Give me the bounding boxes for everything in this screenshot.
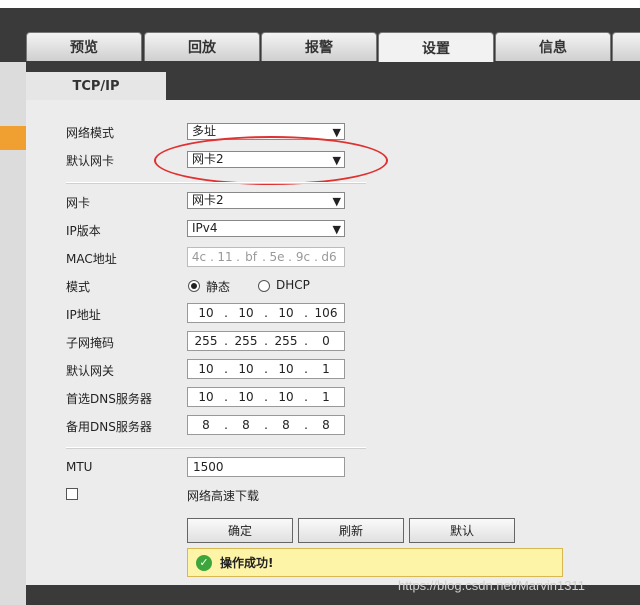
tab-more[interactable] (612, 32, 640, 61)
dns2-field[interactable]: 8. 8. 8. 8 (187, 415, 345, 435)
static-label: 静态 (206, 280, 231, 294)
highlight-ellipse (154, 136, 388, 185)
ip-octet[interactable]: 10 (228, 306, 264, 320)
dns1-label: 首选DNS服务器 (66, 392, 152, 406)
mac-octet: bf (245, 250, 257, 264)
ip-field[interactable]: 10. 10. 10. 106 (187, 303, 345, 323)
gateway-octet[interactable]: 1 (308, 362, 344, 376)
chevron-down-icon: ▼ (332, 126, 341, 139)
mac-octet: 4c (191, 250, 207, 264)
watermark: https://blog.csdn.net/Marvin1311 (398, 578, 585, 593)
tab-preview[interactable]: 预览 (26, 32, 142, 61)
subnet-field[interactable]: 255. 255. 255. 0 (187, 331, 345, 351)
network-mode-label: 网络模式 (66, 126, 115, 140)
mtu-input[interactable]: 1500 (187, 457, 345, 477)
chevron-down-icon: ▼ (332, 195, 341, 208)
tab-info[interactable]: 信息 (495, 32, 611, 61)
mac-octet: 9c (295, 250, 311, 264)
gateway-label: 默认网关 (66, 364, 115, 378)
dns1-octet[interactable]: 10 (268, 390, 304, 404)
mac-octet: 11 (217, 250, 233, 264)
ip-label: IP地址 (66, 308, 101, 322)
subnet-label: 子网掩码 (66, 336, 115, 350)
tab-alarm[interactable]: 报警 (261, 32, 377, 61)
dns2-label: 备用DNS服务器 (66, 420, 152, 434)
gateway-field[interactable]: 10. 10. 10. 1 (187, 359, 345, 379)
nic-label: 网卡 (66, 196, 91, 210)
subnet-octet[interactable]: 255 (188, 334, 224, 348)
chevron-down-icon: ▼ (332, 223, 341, 236)
divider (66, 447, 366, 449)
default-button[interactable]: 默认 (409, 518, 515, 543)
gateway-octet[interactable]: 10 (228, 362, 264, 376)
subnet-octet[interactable]: 0 (308, 334, 344, 348)
subnet-octet[interactable]: 255 (228, 334, 264, 348)
mtu-label: MTU (66, 460, 93, 474)
ip-version-select[interactable]: IPv4 ▼ (187, 220, 345, 237)
ip-octet[interactable]: 10 (268, 306, 304, 320)
dns2-octet[interactable]: 8 (308, 418, 344, 432)
dhcp-label: DHCP (276, 278, 310, 292)
check-icon: ✓ (196, 554, 212, 571)
tab-playback[interactable]: 回放 (144, 32, 260, 61)
mac-field: 4c. 11. bf. 5e. 9c. d6 (187, 247, 345, 267)
dns2-octet[interactable]: 8 (268, 418, 304, 432)
tab-tcpip[interactable]: TCP/IP (26, 72, 166, 100)
mac-label: MAC地址 (66, 252, 117, 266)
dns1-octet[interactable]: 1 (308, 390, 344, 404)
highspeed-checkbox[interactable] (66, 488, 78, 500)
subnet-octet[interactable]: 255 (268, 334, 304, 348)
mac-octet: 5e (269, 250, 285, 264)
nic-select[interactable]: 网卡2 ▼ (187, 192, 345, 209)
mtu-value: 1500 (193, 460, 224, 474)
divider (66, 182, 366, 184)
gateway-octet[interactable]: 10 (268, 362, 304, 376)
highspeed-label: 网络高速下载 (187, 489, 260, 503)
ip-version-label: IP版本 (66, 224, 101, 238)
ip-version-value: IPv4 (192, 221, 218, 235)
status-text: 操作成功! (220, 556, 274, 570)
top-margin (0, 0, 640, 8)
dns2-octet[interactable]: 8 (188, 418, 224, 432)
dhcp-radio[interactable] (258, 280, 270, 292)
mac-octet: d6 (321, 250, 337, 264)
static-radio[interactable] (188, 280, 200, 292)
refresh-button[interactable]: 刷新 (298, 518, 404, 543)
network-mode-value: 多址 (192, 124, 217, 138)
status-message: ✓ 操作成功! (187, 548, 563, 577)
ip-octet[interactable]: 106 (308, 306, 344, 320)
gateway-octet[interactable]: 10 (188, 362, 224, 376)
mode-label: 模式 (66, 280, 91, 294)
confirm-button[interactable]: 确定 (187, 518, 293, 543)
dns1-field[interactable]: 10. 10. 10. 1 (187, 387, 345, 407)
dns1-octet[interactable]: 10 (188, 390, 224, 404)
tab-settings[interactable]: 设置 (378, 32, 494, 62)
default-nic-label: 默认网卡 (66, 154, 115, 168)
nic-value: 网卡2 (192, 193, 224, 207)
dns1-octet[interactable]: 10 (228, 390, 264, 404)
dns2-octet[interactable]: 8 (228, 418, 264, 432)
ip-octet[interactable]: 10 (188, 306, 224, 320)
sidebar-active-marker[interactable] (0, 126, 26, 150)
